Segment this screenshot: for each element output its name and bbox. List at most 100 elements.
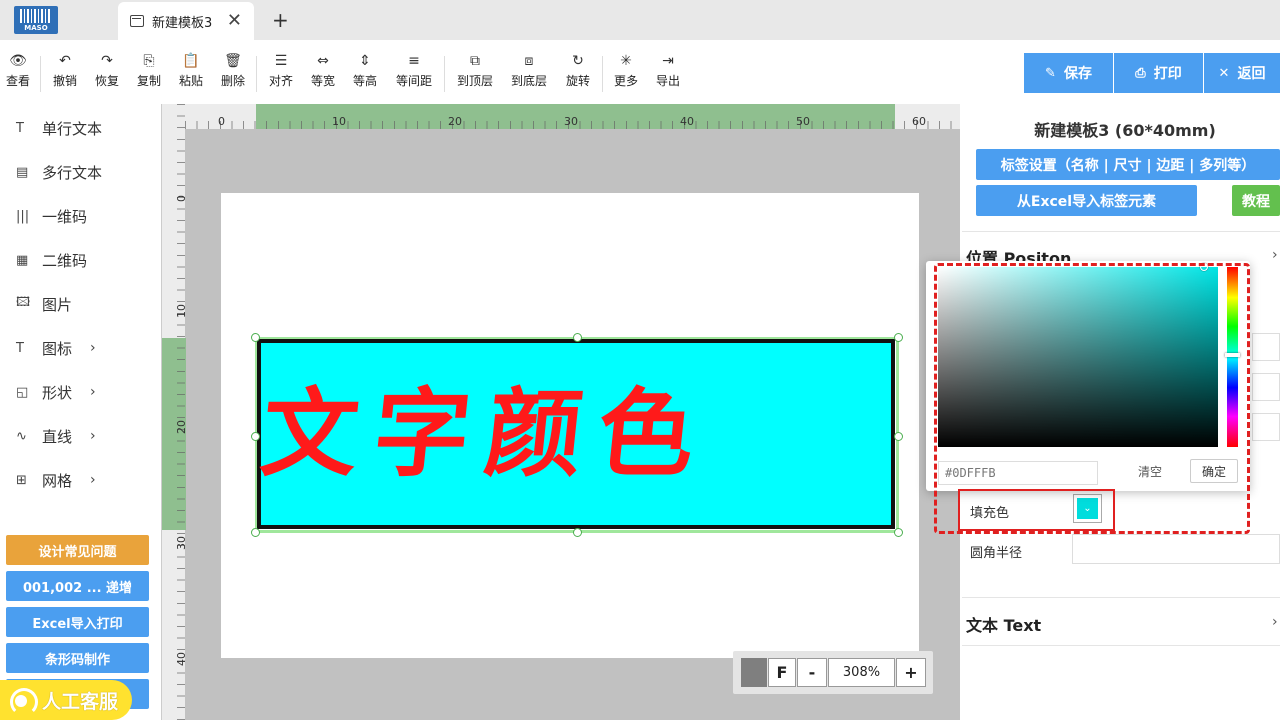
- equal-height-button[interactable]: ⇕ 等高: [350, 52, 380, 89]
- copy-icon: ⎘: [143, 53, 155, 69]
- zoom-controls: F - 308% +: [733, 651, 933, 694]
- sidebar-item-multi-line-text[interactable]: ▤ 多行文本: [16, 160, 102, 184]
- barcode-making-button[interactable]: 条形码制作: [6, 643, 149, 673]
- bring-to-front-button[interactable]: ⧉ 到顶层: [454, 52, 496, 89]
- more-button[interactable]: ✳ 更多: [611, 52, 641, 89]
- zoom-in-button[interactable]: +: [896, 658, 926, 687]
- export-icon: ⇥: [662, 53, 674, 69]
- undo-icon: ↶: [59, 53, 71, 69]
- headset-icon: [6, 686, 38, 716]
- equal-height-icon: ⇕: [359, 53, 371, 69]
- multiline-text-icon: ▤: [16, 164, 29, 180]
- image-icon: 🖾: [16, 295, 31, 310]
- zoom-level[interactable]: 308%: [828, 658, 895, 687]
- design-faq-button[interactable]: 设计常见问题: [6, 535, 149, 565]
- text-icon: T: [16, 120, 24, 136]
- horizontal-ruler: 0 10 20 30 40 50 60: [185, 104, 960, 129]
- align-button[interactable]: ☰ 对齐: [266, 52, 296, 89]
- redo-icon: ↷: [101, 53, 113, 69]
- edit-icon: ✎: [1045, 65, 1056, 81]
- line-icon: ∿: [16, 428, 27, 444]
- close-icon: ✕: [1218, 65, 1230, 81]
- resize-handle-s[interactable]: [573, 528, 582, 537]
- resize-handle-n[interactable]: [573, 333, 582, 342]
- vertical-ruler: 0 10 20 30 40: [161, 104, 188, 720]
- sidebar-item-icon[interactable]: T 图标 ›: [16, 336, 96, 360]
- redo-button[interactable]: ↷ 恢复: [92, 52, 122, 89]
- zoom-out-button[interactable]: -: [797, 658, 827, 687]
- chevron-right-icon: ›: [1272, 614, 1278, 630]
- sidebar-item-shape[interactable]: ◱ 形状 ›: [16, 380, 96, 404]
- template-title: 新建模板3 (60*40mm): [1034, 121, 1216, 140]
- background-color-swatch[interactable]: [741, 658, 767, 687]
- equal-spacing-icon: ≡: [408, 53, 420, 69]
- new-tab-button[interactable]: +: [272, 8, 289, 32]
- save-button[interactable]: ✎ 保存: [1024, 53, 1113, 93]
- undo-button[interactable]: ↶ 撤销: [50, 52, 80, 89]
- more-icon: ✳: [620, 53, 632, 69]
- equal-width-icon: ⇔: [317, 53, 329, 69]
- resize-handle-w[interactable]: [251, 432, 260, 441]
- panel-field[interactable]: [1252, 333, 1280, 361]
- print-button[interactable]: ⎙ 打印: [1114, 53, 1203, 93]
- sidebar-item-grid[interactable]: ⊞ 网格 ›: [16, 468, 96, 492]
- sidebar-item-barcode[interactable]: ||| 一维码: [16, 204, 87, 228]
- trash-icon: 🗑: [224, 53, 242, 69]
- section-text[interactable]: 文本 Text: [966, 612, 1041, 636]
- corner-radius-input[interactable]: [1072, 534, 1280, 564]
- tab-title: 新建模板3: [152, 15, 213, 31]
- chevron-right-icon: ›: [90, 428, 96, 444]
- copy-button[interactable]: ⎘ 复制: [134, 52, 164, 89]
- send-back-icon: ⧈: [524, 53, 534, 69]
- barcode-icon: |||: [16, 208, 30, 224]
- back-button[interactable]: ✕ 返回: [1204, 53, 1280, 93]
- tab-template[interactable]: 新建模板3 ✕: [118, 2, 254, 40]
- view-button[interactable]: 👁 查看: [4, 52, 32, 89]
- resize-handle-se[interactable]: [894, 528, 903, 537]
- sidebar-item-qrcode[interactable]: ▦ 二维码: [16, 248, 87, 272]
- resize-handle-sw[interactable]: [251, 528, 260, 537]
- sidebar-item-line[interactable]: ∿ 直线 ›: [16, 424, 96, 448]
- chevron-right-icon: ›: [90, 384, 96, 400]
- icon-type-icon: T: [16, 340, 24, 356]
- resize-handle-ne[interactable]: [894, 333, 903, 342]
- equal-width-button[interactable]: ⇔ 等宽: [308, 52, 338, 89]
- label-settings-button[interactable]: 标签设置（名称 | 尺寸 | 边距 | 多列等）: [976, 149, 1280, 180]
- highlight-fill-box: [958, 489, 1115, 531]
- bring-front-icon: ⧉: [470, 53, 480, 69]
- customer-service-button[interactable]: 人工客服: [0, 680, 132, 720]
- sidebar-item-image[interactable]: 🖾 图片: [16, 292, 72, 316]
- toolbar: 👁 查看 ↶ 撤销 ↷ 恢复 ⎘ 复制 📋 粘贴 🗑 删除 ☰ 对齐 ⇔ 等宽 …: [0, 40, 1280, 104]
- tutorial-button[interactable]: 教程: [1232, 185, 1280, 216]
- rotate-button[interactable]: ↻ 旋转: [563, 52, 593, 89]
- tab-bar: MASO 新建模板3 ✕ +: [0, 0, 1280, 40]
- fit-button[interactable]: F: [768, 658, 796, 687]
- export-button[interactable]: ⇥ 导出: [653, 52, 683, 89]
- maso-logo[interactable]: MASO: [14, 6, 58, 34]
- resize-handle-nw[interactable]: [251, 333, 260, 342]
- chevron-right-icon: ›: [90, 472, 96, 488]
- align-left-icon: ☰: [274, 53, 288, 69]
- excel-import-print-button[interactable]: Excel导入打印: [6, 607, 149, 637]
- delete-button[interactable]: 🗑 删除: [218, 52, 248, 89]
- paste-icon: 📋: [182, 53, 200, 69]
- sidebar-item-single-line-text[interactable]: T 单行文本: [16, 116, 102, 140]
- equal-spacing-button[interactable]: ≡ 等间距: [392, 52, 436, 89]
- document-icon: [130, 15, 144, 27]
- excel-import-elements-button[interactable]: 从Excel导入标签元素: [976, 185, 1197, 216]
- panel-field[interactable]: [1252, 373, 1280, 401]
- grid-icon: ⊞: [16, 472, 27, 488]
- eye-icon: 👁: [9, 53, 27, 69]
- panel-field[interactable]: [1252, 413, 1280, 441]
- paste-button[interactable]: 📋 粘贴: [176, 52, 206, 89]
- element-text[interactable]: 文字颜色: [256, 374, 869, 494]
- close-icon[interactable]: ✕: [227, 10, 242, 31]
- increment-button[interactable]: 001,002 ... 递增: [6, 571, 149, 601]
- qrcode-icon: ▦: [16, 252, 29, 268]
- send-to-back-button[interactable]: ⧈ 到底层: [508, 52, 550, 89]
- corner-radius-label: 圆角半径: [970, 546, 1023, 561]
- printer-icon: ⎙: [1135, 65, 1146, 81]
- chevron-right-icon: ›: [90, 340, 96, 356]
- resize-handle-e[interactable]: [894, 432, 903, 441]
- rotate-icon: ↻: [572, 53, 584, 69]
